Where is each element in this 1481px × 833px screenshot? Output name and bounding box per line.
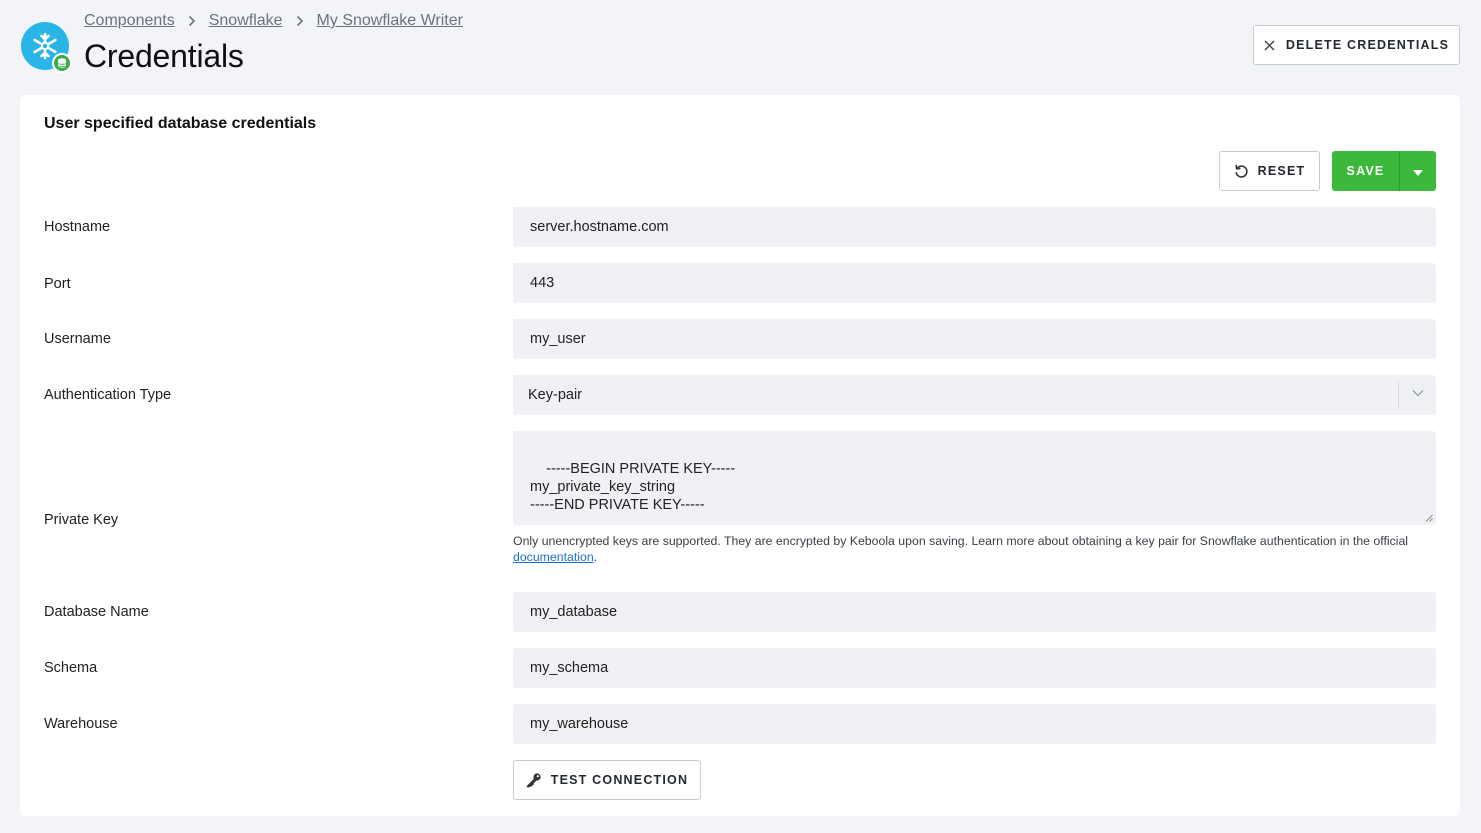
port-label: Port	[44, 276, 71, 292]
reset-button[interactable]: Reset	[1219, 151, 1320, 191]
schema-label: Schema	[44, 660, 98, 676]
authentication-type-label: Authentication Type	[44, 387, 172, 403]
help-text-prefix: Only unencrypted keys are supported. The…	[513, 534, 1409, 548]
chevron-right-icon	[188, 15, 196, 27]
breadcrumb-components[interactable]: Components	[84, 12, 175, 30]
save-button[interactable]: Save	[1332, 151, 1399, 191]
breadcrumb: Components Snowflake My Snowflake Writer	[84, 12, 463, 30]
breadcrumb-snowflake[interactable]: Snowflake	[209, 12, 283, 30]
save-button-group: Save	[1332, 151, 1436, 191]
key-icon	[526, 772, 542, 788]
reset-label: Reset	[1257, 164, 1306, 178]
delete-credentials-button[interactable]: Delete Credentials	[1253, 25, 1460, 65]
hostname-value: server.hostname.com	[530, 219, 669, 235]
schema-value: my_schema	[530, 660, 609, 676]
database-icon	[52, 53, 72, 73]
page-title: Credentials	[84, 38, 244, 74]
authentication-type-select[interactable]: Key-pair	[513, 375, 1436, 415]
credentials-card: User specified database credentials Rese…	[20, 95, 1460, 816]
private-key-value: -----BEGIN PRIVATE KEY----- my_private_k…	[530, 461, 736, 513]
test-connection-label: Test Connection	[550, 773, 689, 787]
username-input[interactable]: my_user	[513, 319, 1436, 359]
documentation-link[interactable]: documentation	[513, 550, 594, 564]
private-key-help-text: Only unencrypted keys are supported. The…	[513, 533, 1436, 565]
database-name-input[interactable]: my_database	[513, 592, 1436, 632]
username-label: Username	[44, 331, 111, 347]
authentication-type-value: Key-pair	[528, 387, 582, 403]
test-connection-button[interactable]: Test Connection	[513, 760, 701, 800]
private-key-textarea[interactable]: -----BEGIN PRIVATE KEY----- my_private_k…	[513, 431, 1436, 525]
page-header: Components Snowflake My Snowflake Writer…	[0, 0, 1481, 95]
database-name-value: my_database	[530, 604, 618, 620]
help-text-suffix: .	[593, 550, 598, 564]
select-divider	[1398, 382, 1399, 408]
close-icon	[1264, 39, 1275, 51]
private-key-label: Private Key	[44, 512, 119, 528]
save-menu-button[interactable]	[1399, 151, 1436, 191]
port-input[interactable]: 443	[513, 263, 1436, 303]
chevron-right-icon	[296, 15, 304, 27]
warehouse-label: Warehouse	[44, 716, 118, 732]
port-value: 443	[530, 275, 555, 291]
undo-icon	[1234, 164, 1249, 179]
warehouse-input[interactable]: my_warehouse	[513, 704, 1436, 744]
card-title: User specified database credentials	[44, 115, 317, 132]
caret-down-icon	[1413, 164, 1423, 179]
warehouse-value: my_warehouse	[530, 716, 629, 732]
username-value: my_user	[530, 331, 586, 347]
hostname-input[interactable]: server.hostname.com	[513, 207, 1436, 247]
database-name-label: Database Name	[44, 604, 149, 620]
breadcrumb-my-snowflake-writer[interactable]: My Snowflake Writer	[317, 12, 463, 30]
resize-handle-icon[interactable]	[1425, 514, 1433, 522]
chevron-down-icon	[1412, 389, 1424, 397]
delete-credentials-label: Delete Credentials	[1285, 38, 1450, 52]
schema-input[interactable]: my_schema	[513, 648, 1436, 688]
hostname-label: Hostname	[44, 219, 111, 235]
